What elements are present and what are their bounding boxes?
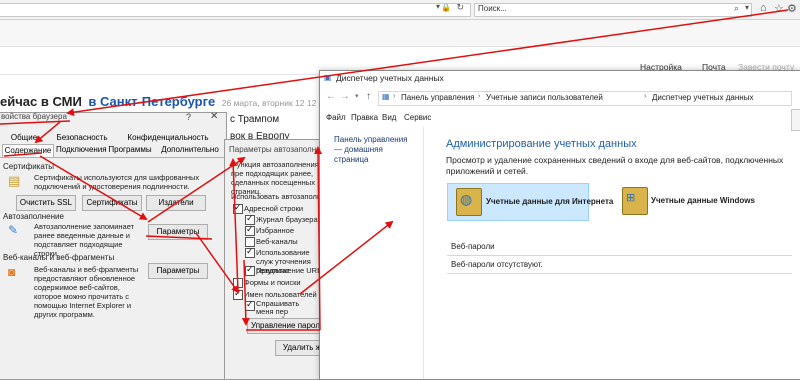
underline-content-tab [3, 152, 43, 157]
arrow-gear-to-properties [66, 9, 789, 117]
arrow-to-autocomplete-dialog [314, 146, 323, 331]
arrow-properties-to-content [34, 121, 61, 144]
arrow-to-checkbox-column [229, 158, 239, 293]
arrow-content-to-parameters [39, 155, 148, 221]
arrow-parameters-to-usernames [195, 232, 240, 294]
arrow-to-manage-passwords [241, 259, 250, 326]
underline-parameters [145, 235, 213, 240]
arrow-manage-to-web-credentials [299, 220, 394, 295]
annotation-overlay [0, 9, 789, 331]
arrow-to-checkboxes [147, 156, 246, 223]
